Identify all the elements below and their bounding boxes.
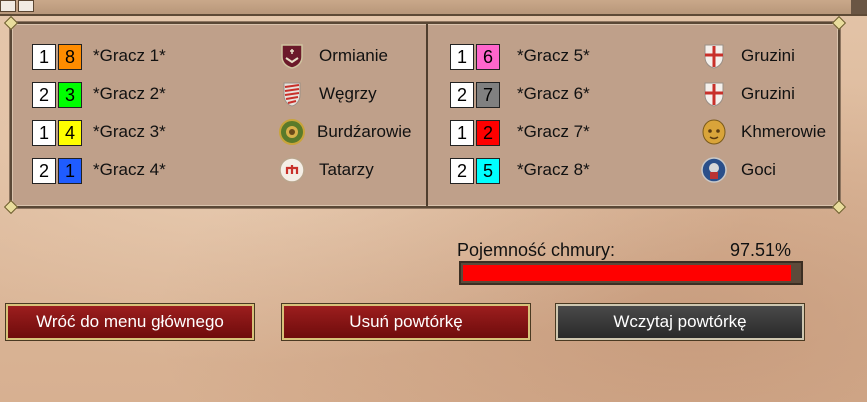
civ-name: Gruzini xyxy=(741,46,795,65)
player-name: *Gracz 2* xyxy=(93,84,166,103)
delete-replay-button[interactable]: Usuń powtórkę xyxy=(282,304,530,340)
hungarian-shield-icon xyxy=(283,82,301,107)
top-checkbox[interactable] xyxy=(18,0,34,12)
team-number: 2 xyxy=(450,158,474,184)
cloud-capacity-label: Pojemność chmury: xyxy=(457,240,616,260)
player-color-box: 2 xyxy=(476,120,500,146)
player-row: 1 6 *Gracz 5* Gruzini xyxy=(445,44,835,70)
players-panel: 1 8 *Gracz 1* Ormianie 2 3 *Gracz 2* Węg… xyxy=(3,15,847,215)
civ-name: Tatarzy xyxy=(319,160,374,179)
burgundian-emblem-icon xyxy=(279,119,305,145)
player-name: *Gracz 5* xyxy=(517,46,590,65)
cloud-capacity-bar xyxy=(459,261,803,285)
team-number: 1 xyxy=(450,44,474,70)
goth-emblem-icon xyxy=(701,157,727,183)
civ-name: Burdźarowie xyxy=(317,122,412,141)
player-row: 2 7 *Gracz 6* Gruzini xyxy=(445,82,835,108)
back-to-menu-button[interactable]: Wróć do menu głównego xyxy=(6,304,254,340)
khmer-mask-icon xyxy=(702,119,726,145)
player-color-box: 3 xyxy=(58,82,82,108)
team-number: 2 xyxy=(450,82,474,108)
player-name: *Gracz 8* xyxy=(517,160,590,179)
player-name: *Gracz 4* xyxy=(93,160,166,179)
cloud-capacity-fill xyxy=(463,265,791,281)
player-color-box: 7 xyxy=(476,82,500,108)
player-row: 1 4 *Gracz 3* Burdźarowie xyxy=(27,119,427,146)
player-name: *Gracz 1* xyxy=(93,46,166,65)
player-row: 1 2 *Gracz 7* Khmerowie xyxy=(445,119,835,146)
player-color-box: 6 xyxy=(476,44,500,70)
player-name: *Gracz 3* xyxy=(93,122,166,141)
player-name: *Gracz 7* xyxy=(517,122,590,141)
cloud-capacity-value: 97.51% xyxy=(730,240,792,260)
player-row: 1 8 *Gracz 1* Ormianie xyxy=(27,44,427,70)
civ-name: Khmerowie xyxy=(741,122,827,141)
scroll-handle[interactable] xyxy=(851,0,867,14)
panel-corner-ornament xyxy=(3,15,19,31)
team-number: 1 xyxy=(450,120,474,146)
load-replay-button[interactable]: Wczytaj powtórkę xyxy=(556,304,804,340)
player-row: 2 1 *Gracz 4* Tatarzy xyxy=(27,157,427,184)
georgian-shield-icon xyxy=(704,44,724,69)
panel-corner-ornament xyxy=(3,199,19,215)
top-checkbox[interactable] xyxy=(0,0,16,12)
player-row: 2 5 *Gracz 8* Goci xyxy=(445,157,835,184)
civ-name: Goci xyxy=(741,160,776,179)
team-number: 1 xyxy=(32,44,56,70)
player-color-box: 8 xyxy=(58,44,82,70)
team-number: 2 xyxy=(32,82,56,108)
player-color-box: 5 xyxy=(476,158,500,184)
player-name: *Gracz 6* xyxy=(517,84,590,103)
panel-corner-ornament xyxy=(831,15,847,31)
player-color-box: 1 xyxy=(58,158,82,184)
civ-name: Gruzini xyxy=(741,84,795,103)
armenian-shield-icon xyxy=(281,44,303,69)
civ-name: Węgrzy xyxy=(319,84,377,103)
tatar-emblem-icon xyxy=(279,157,305,183)
player-row: 2 3 *Gracz 2* Węgrzy xyxy=(27,82,427,108)
top-strip xyxy=(0,0,867,16)
civ-name: Ormianie xyxy=(319,46,388,65)
player-color-box: 4 xyxy=(58,120,82,146)
team-number: 2 xyxy=(32,158,56,184)
panel-corner-ornament xyxy=(831,199,847,215)
team-number: 1 xyxy=(32,120,56,146)
georgian-shield-icon xyxy=(704,82,724,107)
